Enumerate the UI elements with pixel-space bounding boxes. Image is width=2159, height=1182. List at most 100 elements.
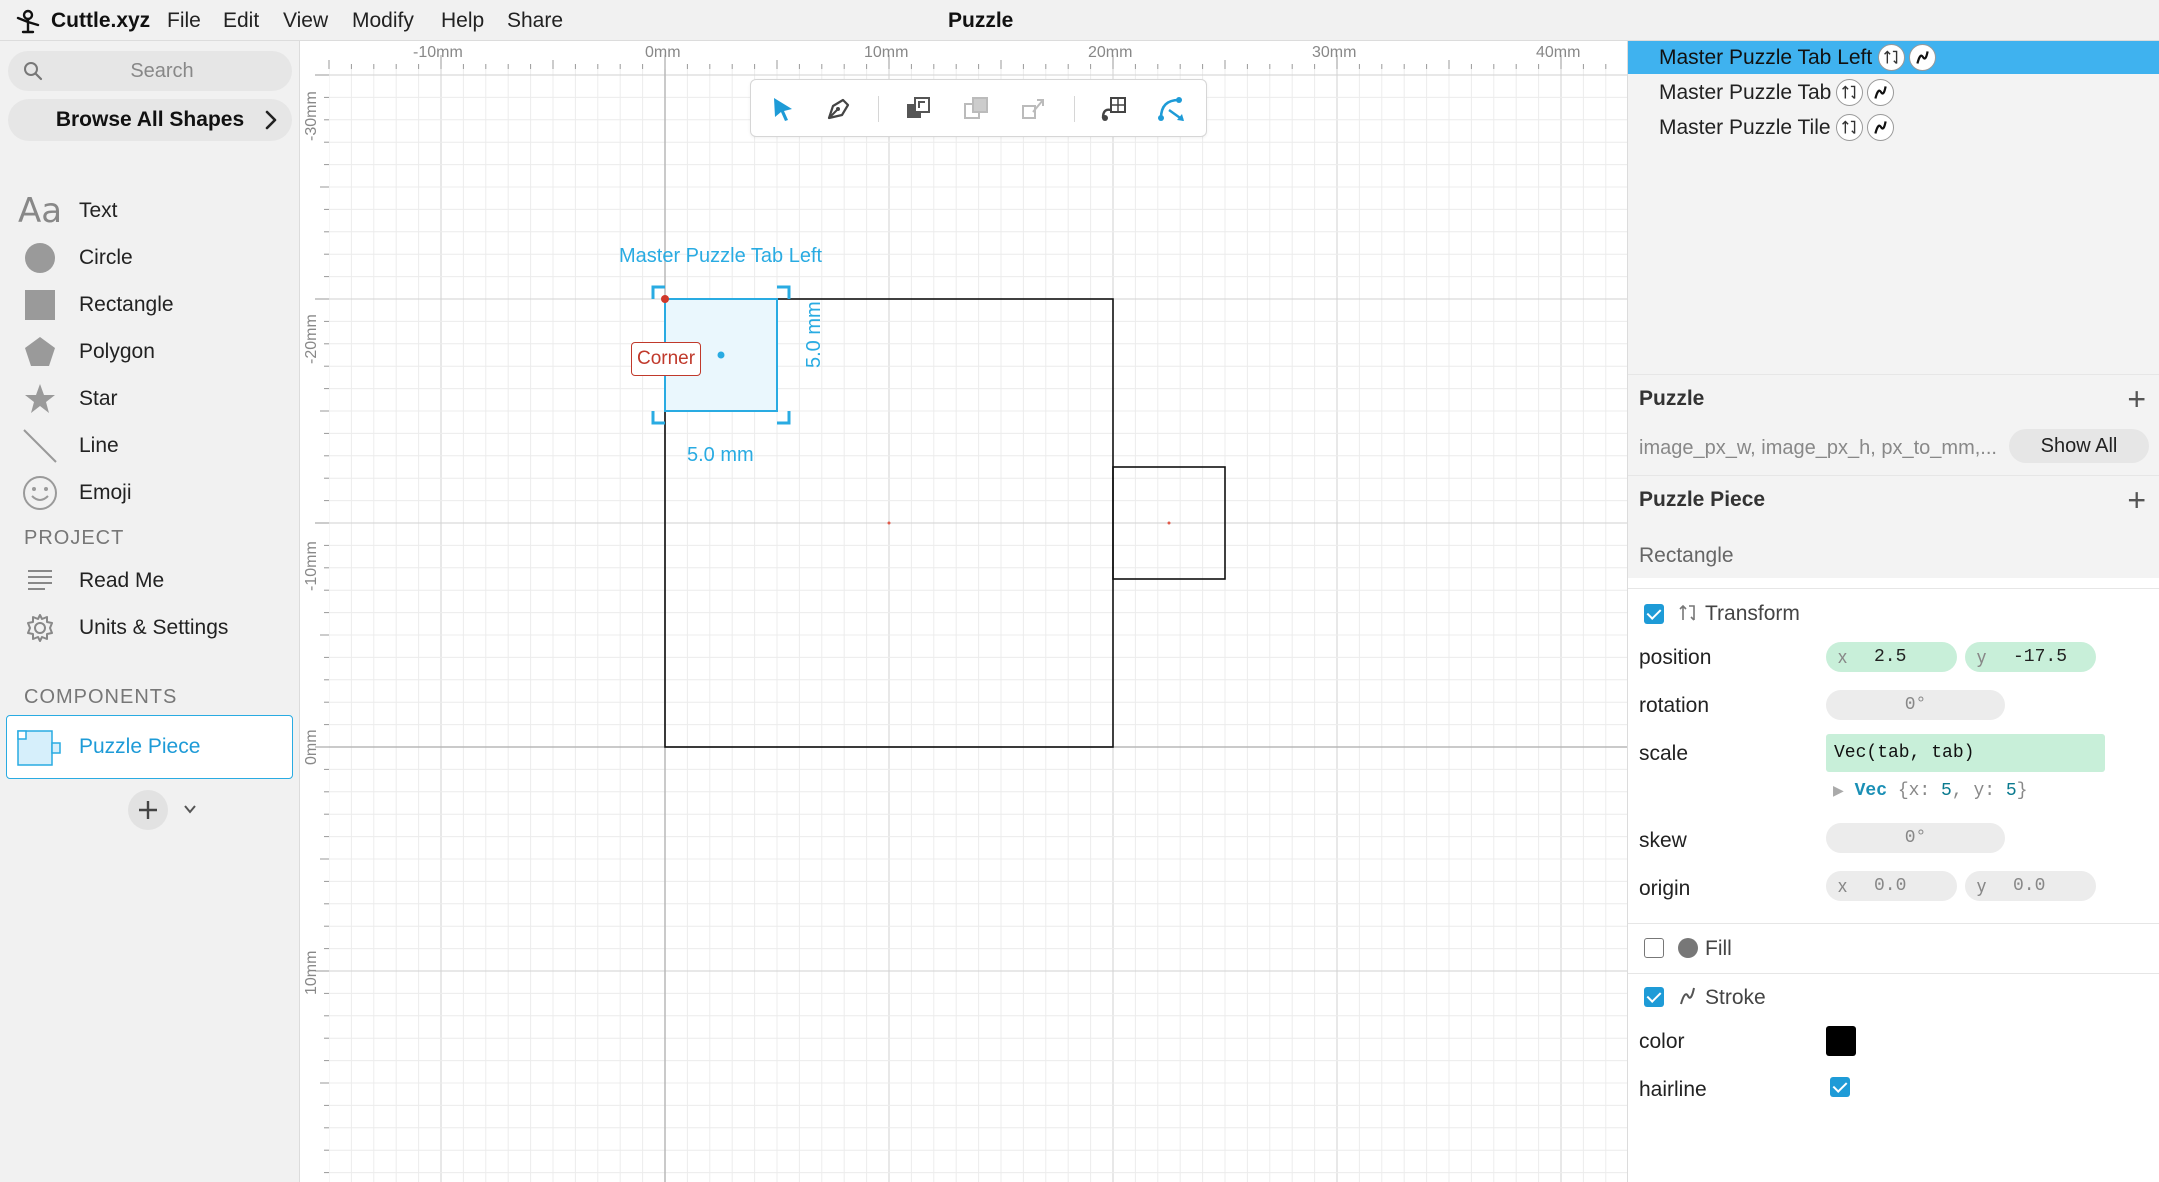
star-icon: [20, 379, 60, 419]
transform-badge-icon[interactable]: [1836, 114, 1863, 141]
shape-label-emoji: Emoji: [79, 481, 132, 504]
skew-field[interactable]: 0°: [1826, 823, 2005, 853]
stroke-badge-icon[interactable]: [1909, 44, 1936, 71]
menu-modify[interactable]: Modify: [352, 9, 414, 33]
canvas[interactable]: -10mm 0mm 10mm 20mm 30mm 40mm -30mm -20m…: [301, 41, 1627, 1182]
rectangle-icon: [20, 285, 60, 325]
menu-share[interactable]: Share: [507, 9, 563, 33]
vec-open: {x:: [1897, 781, 1931, 801]
add-parameter-button[interactable]: +: [2127, 482, 2146, 519]
component-puzzle-piece[interactable]: Puzzle Piece: [6, 715, 293, 779]
scale-expression-field[interactable]: Vec(tab, tab): [1826, 734, 2105, 772]
cuttle-logo-icon[interactable]: [14, 8, 42, 34]
canvas-toolbar: [750, 79, 1207, 137]
add-parameter-button[interactable]: +: [2127, 381, 2146, 418]
ruler-y-label: -30mm: [303, 91, 320, 141]
layer-row-tab[interactable]: Master Puzzle Tab: [1628, 76, 2159, 109]
shape-item-polygon[interactable]: Polygon: [0, 330, 300, 374]
show-all-button[interactable]: Show All: [2009, 429, 2149, 463]
vec-x: 5: [1941, 781, 1952, 801]
rotation-label: rotation: [1639, 694, 1710, 717]
transform-badge-icon[interactable]: [1836, 79, 1863, 106]
menu-file[interactable]: File: [167, 9, 201, 33]
layer-row-tile[interactable]: Master Puzzle Tile: [1628, 111, 2159, 144]
shape-item-text[interactable]: Aa Text: [0, 189, 300, 233]
readme-icon: [20, 561, 60, 601]
bring-front-icon[interactable]: [901, 92, 935, 126]
scale-evaluated-hint[interactable]: ▶ Vec {x: 5, y: 5}: [1833, 781, 2028, 801]
project-label-units-settings: Units & Settings: [79, 616, 229, 639]
menu-view[interactable]: View: [283, 9, 328, 33]
shape-type: Rectangle: [1639, 544, 1734, 567]
position-x-axis: x: [1838, 647, 1847, 667]
position-x-value: 2.5: [1874, 647, 1907, 667]
shape-item-circle[interactable]: Circle: [0, 236, 300, 280]
document-title[interactable]: Puzzle: [948, 9, 1013, 33]
project-item-readme[interactable]: Read Me: [0, 559, 300, 603]
select-tool-icon[interactable]: [765, 92, 799, 126]
stroke-label: Stroke: [1705, 986, 1766, 1009]
hairline-checkbox[interactable]: [1830, 1077, 1850, 1097]
line-icon: [20, 426, 60, 466]
pen-tool-icon[interactable]: [821, 92, 855, 126]
link-transform-icon[interactable]: [1097, 92, 1131, 126]
search-box[interactable]: [8, 51, 292, 91]
emoji-icon: [20, 473, 60, 513]
origin-y-field[interactable]: y 0.0: [1965, 871, 2096, 901]
selection-label: Master Puzzle Tab Left: [619, 245, 823, 267]
puzzle-section-title: Puzzle: [1639, 387, 1705, 410]
flip-icon[interactable]: [1017, 92, 1051, 126]
chevron-down-icon[interactable]: [182, 801, 198, 817]
shape-label-rectangle: Rectangle: [79, 293, 174, 316]
stroke-color-swatch[interactable]: [1826, 1026, 1856, 1056]
selection-bracket: [651, 411, 665, 425]
tab-center-dot: [1167, 521, 1171, 525]
ruler-x-label: 30mm: [1312, 44, 1357, 61]
rotation-field[interactable]: 0°: [1826, 690, 2005, 720]
scale-label: scale: [1639, 742, 1689, 765]
menu-help[interactable]: Help: [441, 9, 484, 33]
position-x-field[interactable]: x 2.5: [1826, 642, 1957, 672]
send-back-icon[interactable]: [959, 92, 993, 126]
transform-label: Transform: [1705, 602, 1800, 625]
origin-y-value: 0.0: [2013, 876, 2046, 896]
canvas-grid: [301, 41, 1627, 1182]
panel-divider: [1628, 588, 2159, 589]
origin-x-field[interactable]: x 0.0: [1826, 871, 1957, 901]
shape-item-emoji[interactable]: Emoji: [0, 471, 300, 515]
shape-item-star[interactable]: Star: [0, 377, 300, 421]
corner-tag[interactable]: Corner: [631, 342, 702, 376]
add-component-button[interactable]: [128, 790, 168, 830]
app-name[interactable]: Cuttle.xyz: [51, 9, 150, 33]
left-sidebar: Browse All Shapes Aa Text Circle Rectang…: [0, 41, 300, 1182]
fill-checkbox[interactable]: [1644, 938, 1664, 958]
stroke-checkbox[interactable]: [1644, 987, 1664, 1007]
hairline-label: hairline: [1639, 1078, 1707, 1101]
stroke-badge-icon[interactable]: [1867, 114, 1894, 141]
layer-name: Master Puzzle Tile: [1659, 116, 1831, 139]
transform-checkbox[interactable]: [1644, 604, 1664, 624]
shape-label-polygon: Polygon: [79, 340, 155, 363]
search-input[interactable]: [52, 55, 272, 87]
origin-x-value: 0.0: [1874, 876, 1907, 896]
corner-point: [661, 295, 669, 303]
position-label: position: [1639, 646, 1712, 669]
transform-badge-icon[interactable]: [1878, 44, 1905, 71]
fill-label: Fill: [1705, 937, 1732, 960]
menu-edit[interactable]: Edit: [223, 9, 259, 33]
position-y-field[interactable]: y -17.5: [1965, 642, 2096, 672]
stroke-badge-icon[interactable]: [1867, 79, 1894, 106]
ruler-x-label: 0mm: [645, 44, 681, 61]
selection-bracket: [777, 411, 791, 425]
browse-all-shapes-button[interactable]: Browse All Shapes: [8, 99, 292, 141]
vec-mid: , y:: [1951, 781, 1996, 801]
layer-row-tab-left[interactable]: Master Puzzle Tab Left: [1628, 41, 2159, 74]
project-item-units-settings[interactable]: Units & Settings: [0, 606, 300, 650]
shape-item-line[interactable]: Line: [0, 424, 300, 468]
ruler-x-label: -10mm: [413, 44, 463, 61]
components-heading: COMPONENTS: [24, 686, 178, 708]
shape-label-text: Text: [79, 199, 118, 222]
shape-item-rectangle[interactable]: Rectangle: [0, 283, 300, 327]
stroke-icon: [1680, 987, 1695, 1005]
path-edit-icon[interactable]: [1155, 92, 1189, 126]
